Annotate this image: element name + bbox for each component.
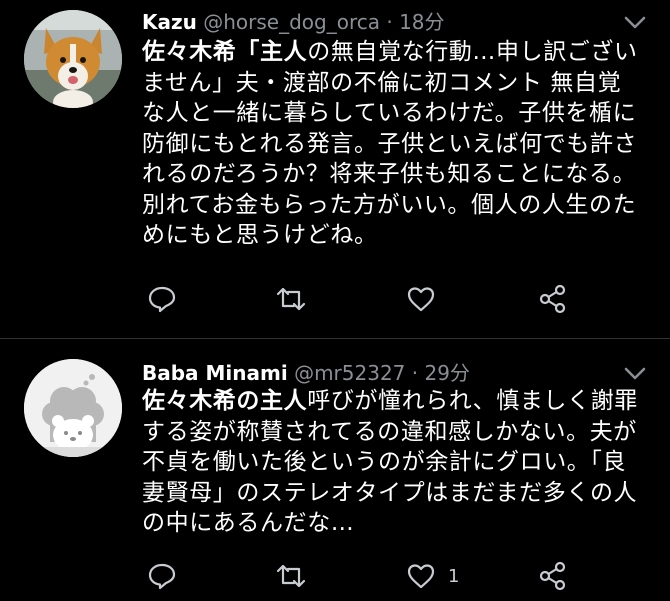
reply-icon (148, 563, 176, 590)
like-button[interactable] (406, 284, 448, 314)
retweet-icon (276, 287, 306, 311)
tweet-actions: 1 (142, 561, 612, 591)
like-button[interactable]: 1 (406, 561, 459, 591)
dog-photo-avatar-icon (24, 10, 122, 108)
tweet-text-bold: 佐々木希「主人 (142, 39, 308, 65)
tweet-header: Kazu @horse_dog_orca · 18分 (142, 10, 445, 34)
heart-icon (407, 564, 435, 589)
timestamp[interactable]: 18分 (399, 10, 444, 34)
tweet-header: Baba Minami @mr52327 · 29分 (142, 361, 470, 385)
avatar[interactable] (24, 359, 122, 457)
tweet-text: 佐々木希の主人呼びが憧れられ、慎ましく謝罪する姿が称賛されてるの違和感しかない。… (142, 386, 642, 539)
tweet[interactable]: Baba Minami @mr52327 · 29分 佐々木希の主人呼びが憧れら… (0, 339, 670, 601)
like-count: 1 (448, 565, 460, 587)
display-name[interactable]: Baba Minami (142, 361, 288, 385)
share-icon (539, 561, 566, 591)
user-handle[interactable]: @horse_dog_orca (203, 10, 380, 34)
retweet-button[interactable] (275, 284, 319, 314)
chevron-down-icon[interactable] (622, 363, 648, 383)
separator-dot: · (386, 10, 393, 34)
dog-illustration-avatar-icon (24, 359, 122, 457)
heart-icon (407, 287, 435, 312)
tweet-text-rest: の無自覚な行動…申し訳ございません」夫・渡部の不倫に初コメント 無自覚な人と一緒… (142, 39, 638, 248)
retweet-button[interactable] (275, 561, 319, 591)
chevron-down-icon[interactable] (622, 12, 648, 32)
tweet-actions (142, 284, 612, 314)
display-name[interactable]: Kazu (142, 10, 197, 34)
tweet[interactable]: Kazu @horse_dog_orca · 18分 佐々木希「主人の無自覚な行… (0, 0, 670, 338)
separator-dot: · (411, 361, 419, 385)
user-handle[interactable]: @mr52327 (294, 361, 405, 385)
avatar[interactable] (24, 10, 122, 108)
share-button[interactable] (538, 284, 568, 314)
timestamp[interactable]: 29分 (424, 361, 469, 385)
share-icon (539, 284, 566, 314)
share-button[interactable] (538, 561, 568, 591)
reply-icon (148, 286, 176, 313)
tweet-text: 佐々木希「主人の無自覚な行動…申し訳ございません」夫・渡部の不倫に初コメント 無… (142, 37, 642, 251)
reply-button[interactable] (147, 284, 189, 314)
retweet-icon (276, 564, 306, 588)
reply-button[interactable] (147, 561, 189, 591)
tweet-text-bold: 佐々木希の主人 (142, 388, 308, 414)
